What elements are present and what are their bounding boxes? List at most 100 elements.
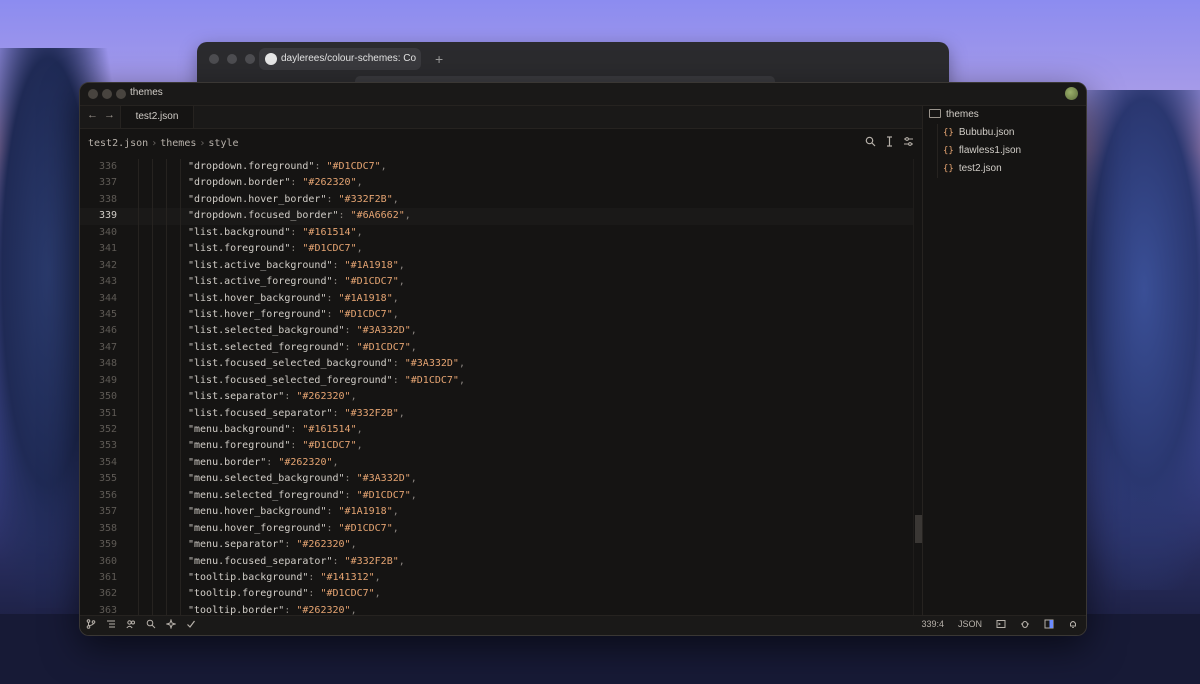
line-number[interactable]: 345 [80,307,117,323]
zoom-button[interactable] [116,89,126,99]
line-number[interactable]: 350 [80,389,117,405]
line-number[interactable]: 356 [80,488,117,504]
line-number[interactable]: 362 [80,586,117,602]
panel-toggle-icon[interactable] [1044,619,1054,629]
line-number[interactable]: 352 [80,422,117,438]
code-line[interactable]: 358 "menu.hover_foreground": "#D1CDC7", [80,520,922,538]
json-string-value: "#161514" [302,424,357,435]
code-line[interactable]: 340 "list.background": "#161514", [80,224,922,242]
line-number[interactable]: 351 [80,406,117,422]
code-line[interactable]: 355 "menu.selected_background": "#3A332D"… [80,471,922,488]
code-line[interactable]: 344 "list.hover_background": "#1A1918", [80,290,922,307]
language-selector[interactable]: JSON [958,619,982,629]
code-line[interactable]: 361 "tooltip.background": "#141312", [80,569,922,587]
avatar[interactable] [1065,87,1078,100]
line-number[interactable]: 348 [80,356,117,372]
debug-bug-icon[interactable] [1020,619,1030,629]
cursor-position[interactable]: 339:4 [921,619,944,629]
browser-tab[interactable]: daylerees/colour-schemes: Co [259,48,421,70]
line-number[interactable]: 358 [80,521,117,537]
terminal-icon[interactable] [996,619,1006,629]
code-line[interactable]: 351 "list.focused_separator": "#332F2B", [80,405,922,422]
code-line[interactable]: 336 "dropdown.foreground": "#D1CDC7", [80,159,922,176]
code-line[interactable]: 347 "list.selected_foreground": "#D1CDC7"… [80,339,922,357]
line-number[interactable]: 341 [80,241,117,257]
line-number[interactable]: 339 [80,208,117,224]
breadcrumb-style[interactable]: style [208,138,238,149]
code-text: "dropdown.border": "#262320", [188,175,363,191]
assistant-icon[interactable] [166,619,176,629]
file-test2-json[interactable]: {} test2.json [943,160,1002,178]
line-number[interactable]: 343 [80,274,117,290]
json-string-value: "#332F2B" [344,407,399,419]
line-number[interactable]: 340 [80,225,117,241]
line-number[interactable]: 338 [80,192,117,208]
new-tab-button[interactable]: + [435,48,443,70]
code-line[interactable]: 350 "list.separator": "#262320", [80,389,922,406]
code-line[interactable]: 363 "tooltip.border": "#262320", [80,602,922,615]
line-number[interactable]: 336 [80,159,117,175]
diagnostics-check-icon[interactable] [186,619,196,629]
line-number[interactable]: 357 [80,504,117,520]
line-number[interactable]: 344 [80,291,117,307]
notification-bell-icon[interactable] [1068,619,1078,629]
code-line[interactable]: 339 "dropdown.focused_border": "#6A6662", [80,208,922,225]
collaborators-icon[interactable] [126,619,136,629]
colon-punctuation: : [290,177,303,189]
code-line[interactable]: 362 "tooltip.foreground": "#D1CDC7", [80,586,922,603]
line-number[interactable]: 354 [80,455,117,471]
json-string-value: "#332F2B" [344,555,399,567]
line-number[interactable]: 363 [80,603,117,615]
minimize-button[interactable] [102,89,112,99]
comma-punctuation: , [410,341,417,353]
browser-zoom-button[interactable] [245,54,255,64]
breadcrumb-themes[interactable]: themes [160,138,196,149]
project-search-icon[interactable] [146,619,156,629]
json-string-value: "#3A332D" [404,358,459,370]
line-number[interactable]: 342 [80,258,117,274]
code-line[interactable]: 348 "list.focused_selected_background": "… [80,356,922,373]
colon-punctuation: : [308,588,321,600]
line-number[interactable]: 346 [80,323,117,339]
file-bububu-json[interactable]: {} Bububu.json [943,124,1014,142]
line-number[interactable]: 337 [80,175,117,191]
folder-themes[interactable]: themes [929,106,979,124]
code-line[interactable]: 341 "list.foreground": "#D1CDC7", [80,241,922,258]
code-line[interactable]: 337 "dropdown.border": "#262320", [80,175,922,192]
line-number[interactable]: 353 [80,438,117,454]
forward-arrow-icon[interactable]: → [104,109,115,121]
code-line[interactable]: 345 "list.hover_foreground": "#D1CDC7", [80,306,922,324]
breadcrumb-file[interactable]: test2.json [88,138,148,149]
file-flawless1-json[interactable]: {} flawless1.json [943,142,1021,160]
line-number[interactable]: 347 [80,340,117,356]
line-number[interactable]: 360 [80,554,117,570]
code-line[interactable]: 338 "dropdown.hover_border": "#332F2B", [80,191,922,209]
code-line[interactable]: 343 "list.active_foreground": "#D1CDC7", [80,274,922,291]
line-number[interactable]: 349 [80,373,117,389]
git-branch-icon[interactable] [86,619,96,629]
tab-test2-json[interactable]: test2.json [120,106,194,128]
browser-close-button[interactable] [209,54,219,64]
code-line[interactable]: 360 "menu.focused_separator": "#332F2B", [80,553,922,570]
close-button[interactable] [88,89,98,99]
outline-icon[interactable] [106,619,116,629]
text-cursor-icon[interactable] [884,136,895,147]
line-number[interactable]: 355 [80,471,117,487]
code-line[interactable]: 349 "list.focused_selected_foreground": "… [80,372,922,390]
search-icon[interactable] [865,136,876,147]
code-line[interactable]: 354 "menu.border": "#262320", [80,454,922,472]
browser-minimize-button[interactable] [227,54,237,64]
code-line[interactable]: 359 "menu.separator": "#262320", [80,537,922,554]
code-text: "menu.separator": "#262320", [188,537,357,553]
code-line[interactable]: 346 "list.selected_background": "#3A332D"… [80,323,922,340]
line-number[interactable]: 361 [80,570,117,586]
sliders-icon[interactable] [903,136,914,147]
code-editor[interactable]: 336 "dropdown.foreground": "#D1CDC7", 337 "… [80,159,922,615]
line-number[interactable]: 359 [80,537,117,553]
code-line[interactable]: 356 "menu.selected_foreground": "#D1CDC7"… [80,487,922,505]
code-line[interactable]: 342 "list.active_background": "#1A1918", [80,257,922,275]
code-line[interactable]: 357 "menu.hover_background": "#1A1918", [80,504,922,521]
code-line[interactable]: 352 "menu.background": "#161514", [80,422,922,439]
back-arrow-icon[interactable]: ← [87,109,98,121]
code-line[interactable]: 353 "menu.foreground": "#D1CDC7", [80,438,922,455]
